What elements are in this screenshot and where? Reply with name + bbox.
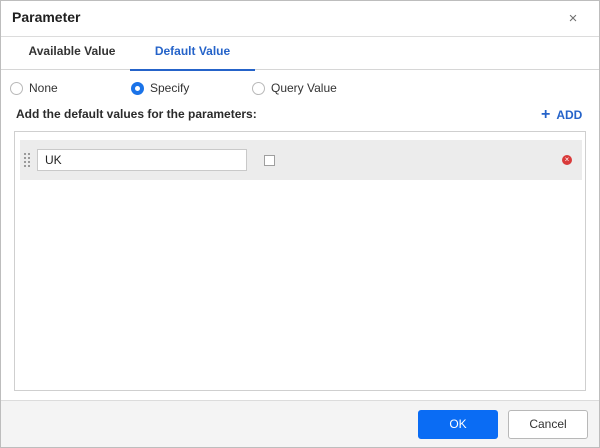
parameter-dialog: Parameter × Available Value Default Valu… [0,0,600,448]
radio-specify[interactable]: Specify [131,79,189,97]
radio-none[interactable]: None [10,79,58,97]
tab-bar: Available Value Default Value [1,38,599,71]
dialog-title: Parameter [12,9,81,25]
radio-none-circle[interactable] [10,81,23,95]
row-checkbox[interactable] [264,155,275,166]
drag-handle-icon[interactable] [24,153,32,167]
ok-button[interactable]: OK [418,410,498,439]
plus-icon: + [541,106,551,123]
default-value-input[interactable] [37,149,247,171]
radio-none-label: None [29,81,58,95]
tab-default-value[interactable]: Default Value [130,38,255,71]
radio-query-value[interactable]: Query Value [252,79,337,97]
add-button-label: ADD [556,108,583,122]
radio-query-value-label: Query Value [271,81,337,95]
close-icon[interactable]: × [563,9,583,29]
radio-query-value-circle[interactable] [252,81,265,95]
tab-available-value[interactable]: Available Value [15,38,129,70]
radio-specify-circle[interactable] [131,81,144,95]
default-values-label: Add the default values for the parameter… [16,107,257,121]
add-button[interactable]: + ADD [541,107,582,123]
list-item: × [20,140,582,180]
remove-icon[interactable]: × [562,155,572,165]
radio-specify-label: Specify [150,81,190,95]
default-values-list: × [14,131,586,391]
value-type-radio-group: None Specify Query Value [1,79,599,97]
dialog-footer: OK Cancel [1,400,599,447]
cancel-button[interactable]: Cancel [508,410,588,439]
dialog-titlebar: Parameter × [1,1,599,37]
